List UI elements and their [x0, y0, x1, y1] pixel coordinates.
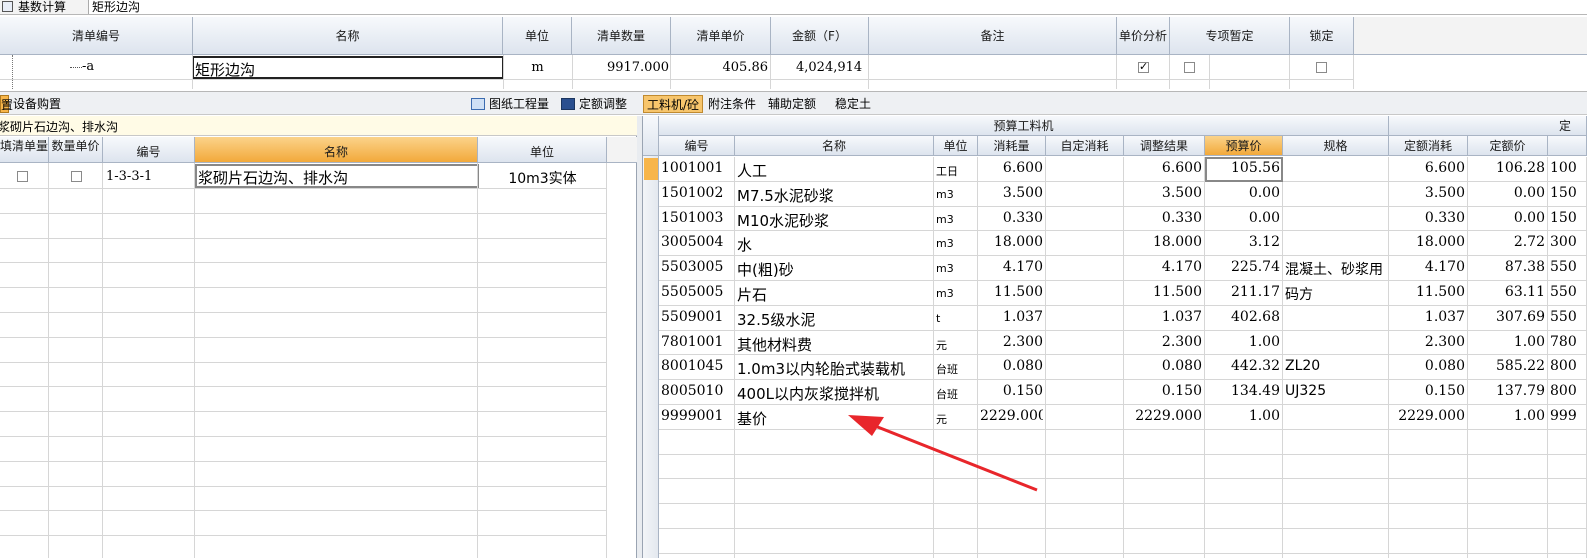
red-annotation-arrow: [848, 415, 1038, 492]
arrow-shaft: [869, 422, 1038, 492]
arrow-head: [848, 415, 884, 436]
